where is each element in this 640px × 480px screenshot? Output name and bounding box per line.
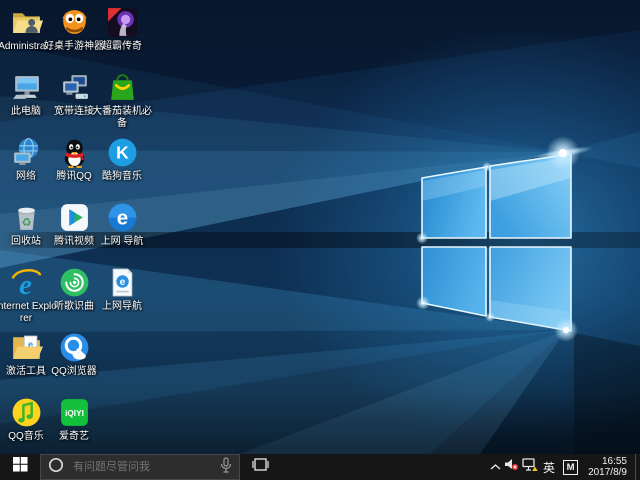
task-view-button[interactable] — [240, 454, 280, 480]
clock-date: 2017/8/9 — [588, 467, 627, 479]
ime-mode-label: M — [563, 460, 578, 475]
svg-text:K: K — [116, 143, 129, 163]
user-folder-icon — [10, 6, 43, 39]
song-id-icon — [58, 266, 91, 299]
show-desktop-button[interactable] — [635, 454, 640, 480]
svg-text:iQIYI: iQIYI — [65, 409, 84, 418]
icon-administrator-folder[interactable]: Administra... — [2, 6, 50, 70]
ime-mode-button[interactable]: M — [559, 454, 582, 480]
icon-qq-music[interactable]: QQ音乐 — [2, 396, 50, 460]
qq-icon — [58, 136, 91, 169]
broadband-icon — [58, 71, 91, 104]
ie-icon: e — [10, 266, 43, 299]
icon-activation-tool[interactable]: e激活工具 — [2, 331, 50, 395]
search-input[interactable] — [71, 460, 220, 474]
iqiyi-icon: iQIYI — [58, 396, 91, 429]
clock[interactable]: 16:55 2017/8/9 — [582, 454, 635, 480]
svg-text:e: e — [116, 207, 127, 230]
kugou-icon: K — [106, 136, 139, 169]
e-circle-icon: e — [106, 201, 139, 234]
icon-web-nav-doc[interactable]: e上网导航 — [98, 266, 146, 330]
taskbar-search-box[interactable] — [40, 454, 240, 480]
volume-button[interactable] — [503, 454, 520, 480]
speaker-muted-icon — [504, 458, 519, 476]
cortana-icon — [48, 457, 64, 478]
icon-label: QQ浏览器 — [43, 366, 105, 378]
e-doc-icon: e — [106, 266, 139, 299]
icon-label: 超霸传奇 — [91, 41, 153, 53]
legend-game-icon — [106, 6, 139, 39]
desktop-icon-grid: Administra...好桌手游神器超霸传奇此电脑宽带连接大番茄装机必备网络腾… — [0, 0, 640, 454]
icon-this-pc[interactable]: 此电脑 — [2, 71, 50, 135]
icon-label: 大番茄装机必备 — [91, 106, 153, 129]
icon-haozhuo-game[interactable]: 好桌手游神器 — [50, 6, 98, 70]
svg-text:e: e — [119, 277, 125, 288]
start-button[interactable] — [0, 454, 40, 480]
icon-label: 酷狗音乐 — [91, 171, 153, 183]
icon-web-nav-circle[interactable]: e上网 导航 — [98, 201, 146, 265]
microphone-icon[interactable] — [220, 457, 232, 478]
ime-language-button[interactable]: 英 — [539, 454, 559, 480]
network-icon — [10, 136, 43, 169]
network-button[interactable] — [520, 454, 539, 480]
icon-label: 上网导航 — [91, 301, 153, 313]
icon-qq-browser[interactable]: QQ浏览器 — [50, 331, 98, 395]
show-hidden-icons-button[interactable] — [487, 454, 503, 480]
windows-logo-icon — [13, 457, 28, 477]
icon-tencent-video[interactable]: 腾讯视频 — [50, 201, 98, 265]
tomato-bag-icon — [106, 71, 139, 104]
icon-label: 上网 导航 — [91, 236, 153, 248]
taskbar: 英 M 16:55 2017/8/9 — [0, 454, 640, 480]
task-view-icon — [252, 457, 269, 477]
chevron-up-icon — [490, 458, 501, 476]
qq-browser-icon — [58, 331, 91, 364]
icon-tencent-qq[interactable]: 腾讯QQ — [50, 136, 98, 200]
network-warning-icon — [522, 458, 538, 477]
icon-chuanqi-game[interactable]: 超霸传奇 — [98, 6, 146, 70]
clock-time: 16:55 — [588, 456, 627, 468]
icon-network[interactable]: 网络 — [2, 136, 50, 200]
icon-recycle-bin[interactable]: ♻回收站 — [2, 201, 50, 265]
svg-text:♻: ♻ — [21, 217, 31, 229]
icon-internet-explorer[interactable]: eInternet Explorer — [2, 266, 50, 330]
activate-folder-icon: e — [10, 331, 43, 364]
qq-music-icon — [10, 396, 43, 429]
monster-icon — [58, 6, 91, 39]
this-pc-icon — [10, 71, 43, 104]
svg-text:e: e — [19, 269, 32, 299]
icon-kugou-music[interactable]: K酷狗音乐 — [98, 136, 146, 200]
icon-iqiyi[interactable]: iQIYI爱奇艺 — [50, 396, 98, 460]
recycle-bin-icon: ♻ — [10, 201, 43, 234]
icon-label: 爱奇艺 — [43, 431, 105, 443]
system-tray: 英 M 16:55 2017/8/9 — [487, 454, 640, 480]
ime-language-label: 英 — [539, 459, 559, 476]
tencent-video-icon — [58, 201, 91, 234]
icon-song-recognition[interactable]: 听歌识曲 — [50, 266, 98, 330]
icon-datomato[interactable]: 大番茄装机必备 — [98, 71, 146, 135]
